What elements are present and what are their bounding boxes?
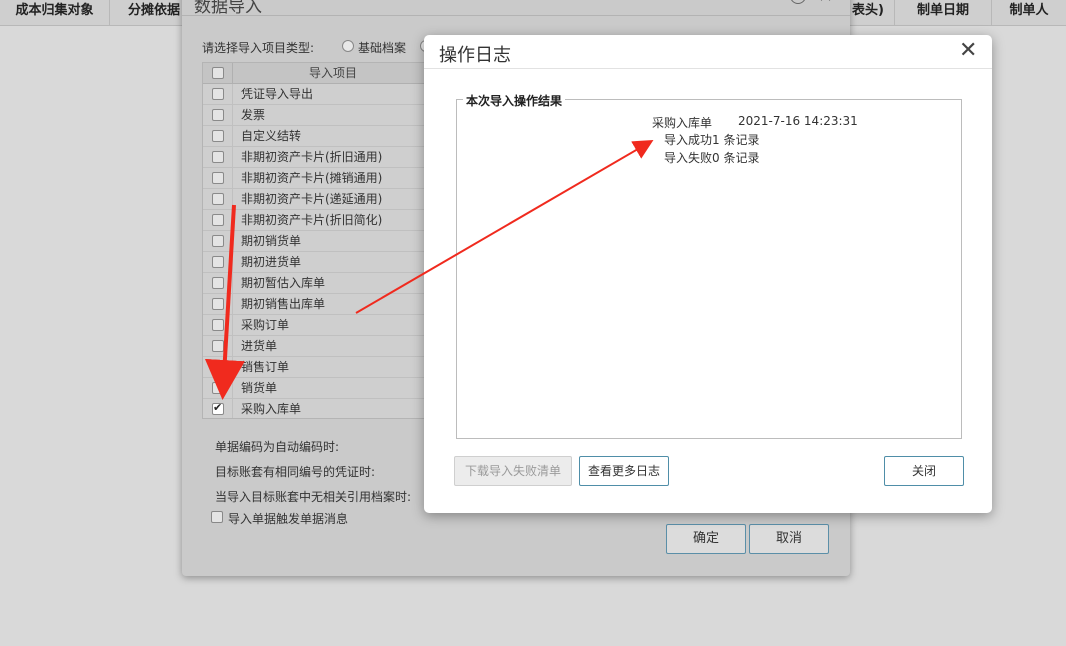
row-checkbox-cell bbox=[203, 147, 233, 168]
row-label: 非期初资产卡片(折旧简化) bbox=[241, 213, 383, 227]
log-fail-line: 导入失败0 条记录 bbox=[664, 151, 760, 165]
log-dialog-title: 操作日志 bbox=[439, 45, 511, 66]
grid-row[interactable]: 发票 bbox=[203, 105, 431, 126]
row-checkbox-cell bbox=[203, 294, 233, 315]
row-label: 期初销货单 bbox=[241, 234, 302, 248]
ok-button[interactable]: 确定 bbox=[666, 524, 746, 554]
download-failed-list-button[interactable]: 下载导入失败清单 bbox=[454, 456, 572, 486]
grid-row[interactable]: 期初进货单 bbox=[203, 252, 431, 273]
grid-row[interactable]: 非期初资产卡片(递延通用) bbox=[203, 189, 431, 210]
row-checkbox-cell bbox=[203, 273, 233, 294]
select-all-checkbox[interactable] bbox=[212, 67, 224, 79]
log-titlebar-divider bbox=[424, 68, 992, 69]
row-checkbox-cell bbox=[203, 336, 233, 357]
grid-header-label: 导入项目 bbox=[308, 66, 357, 80]
grid-header: 导入项目 bbox=[203, 63, 431, 84]
row-checkbox-cell bbox=[203, 315, 233, 336]
row-checkbox-cell bbox=[203, 168, 233, 189]
row-checkbox[interactable] bbox=[212, 235, 224, 247]
grid-row[interactable]: 销货单 bbox=[203, 378, 431, 399]
grid-row[interactable]: 非期初资产卡片(折旧通用) bbox=[203, 147, 431, 168]
close-button[interactable]: 关闭 bbox=[884, 456, 964, 486]
log-timestamp: 2021-7-16 14:23:31 bbox=[738, 114, 858, 128]
import-type-label: 请选择导入项目类型: bbox=[202, 41, 315, 55]
row-checkbox-cell bbox=[203, 252, 233, 273]
option-no-archive-label: 当导入目标账套中无相关引用档案时: bbox=[215, 490, 412, 504]
row-label: 非期初资产卡片(折旧通用) bbox=[241, 150, 383, 164]
row-checkbox[interactable] bbox=[212, 256, 224, 268]
row-checkbox-cell bbox=[203, 84, 233, 105]
grid-row[interactable]: 自定义结转 bbox=[203, 126, 431, 147]
row-checkbox[interactable] bbox=[212, 214, 224, 226]
radio-basic-archive-label: 基础档案 bbox=[358, 41, 407, 55]
row-checkbox-cell bbox=[203, 126, 233, 147]
operation-log-dialog: 操作日志 ✕ 本次导入操作结果 采购入库单 2021-7-16 14:23:31… bbox=[424, 35, 992, 513]
row-checkbox[interactable] bbox=[212, 277, 224, 289]
log-success-line: 导入成功1 条记录 bbox=[664, 133, 760, 147]
radio-basic-archive[interactable] bbox=[342, 40, 354, 52]
row-label: 销售订单 bbox=[241, 360, 290, 374]
row-label: 采购入库单 bbox=[241, 402, 302, 416]
row-label: 期初暂估入库单 bbox=[241, 276, 326, 290]
row-checkbox[interactable] bbox=[212, 172, 224, 184]
grid-header-checkbox-cell bbox=[203, 63, 233, 84]
column-header-creator[interactable]: 制单人 bbox=[992, 0, 1066, 26]
trigger-message-label: 导入单据触发单据消息 bbox=[228, 512, 349, 526]
grid-row[interactable]: 期初暂估入库单 bbox=[203, 273, 431, 294]
grid-row[interactable]: 非期初资产卡片(摊销通用) bbox=[203, 168, 431, 189]
row-label: 自定义结转 bbox=[241, 129, 302, 143]
row-checkbox[interactable] bbox=[212, 382, 224, 394]
cancel-button[interactable]: 取消 bbox=[749, 524, 829, 554]
import-items-grid: 导入项目 凭证导入导出 发票自定义结转非期初资产卡片(折旧通用) 非期初资产卡片(摊… bbox=[202, 62, 432, 419]
log-doc-type: 采购入库单 bbox=[652, 116, 713, 130]
grid-row[interactable]: 期初销售出库单 bbox=[203, 294, 431, 315]
column-header-cost-object[interactable]: 成本归集对象 bbox=[0, 0, 110, 26]
row-checkbox[interactable] bbox=[212, 319, 224, 331]
row-checkbox[interactable] bbox=[212, 401, 224, 415]
row-checkbox[interactable] bbox=[212, 151, 224, 163]
grid-row[interactable]: 非期初资产卡片(折旧简化) bbox=[203, 210, 431, 231]
view-more-logs-button[interactable]: 查看更多日志 bbox=[579, 456, 669, 486]
row-label: 进货单 bbox=[241, 339, 278, 353]
import-result-legend: 本次导入操作结果 bbox=[463, 92, 566, 109]
row-checkbox[interactable] bbox=[212, 361, 224, 373]
grid-row[interactable]: 采购订单 bbox=[203, 315, 431, 336]
close-icon[interactable]: ✕ bbox=[818, 0, 833, 7]
grid-row[interactable]: 采购入库单 bbox=[203, 399, 431, 418]
help-icon[interactable]: ? bbox=[790, 0, 806, 4]
import-result-group: 本次导入操作结果 采购入库单 2021-7-16 14:23:31 导入成功1 … bbox=[456, 92, 962, 439]
grid-row[interactable]: 进货单 bbox=[203, 336, 431, 357]
row-label: 凭证导入导出 bbox=[241, 87, 314, 101]
row-checkbox-cell bbox=[203, 210, 233, 231]
grid-row[interactable]: 期初销货单 bbox=[203, 231, 431, 252]
row-checkbox[interactable] bbox=[212, 193, 224, 205]
row-label: 销货单 bbox=[241, 381, 278, 395]
row-label: 发票 bbox=[241, 108, 266, 122]
row-label: 采购订单 bbox=[241, 318, 290, 332]
column-header-create-date[interactable]: 制单日期 bbox=[895, 0, 992, 26]
row-label: 非期初资产卡片(递延通用) bbox=[241, 192, 383, 206]
option-autocode-label: 单据编码为自动编码时: bbox=[215, 440, 340, 454]
row-label: 期初销售出库单 bbox=[241, 297, 326, 311]
option-same-number-label: 目标账套有相同编号的凭证时: bbox=[215, 465, 376, 479]
row-checkbox[interactable] bbox=[212, 130, 224, 142]
row-checkbox-cell bbox=[203, 105, 233, 126]
titlebar-divider bbox=[182, 15, 850, 16]
row-checkbox-cell bbox=[203, 357, 233, 378]
row-checkbox-cell bbox=[203, 378, 233, 399]
grid-row[interactable]: 销售订单 bbox=[203, 357, 431, 378]
trigger-message-checkbox[interactable] bbox=[211, 511, 223, 523]
row-checkbox-cell bbox=[203, 231, 233, 252]
row-checkbox-cell bbox=[203, 189, 233, 210]
row-checkbox[interactable] bbox=[212, 109, 224, 121]
close-icon[interactable]: ✕ bbox=[959, 38, 977, 64]
row-label: 非期初资产卡片(摊销通用) bbox=[241, 171, 383, 185]
row-checkbox[interactable] bbox=[212, 340, 224, 352]
row-checkbox[interactable] bbox=[212, 88, 224, 100]
grid-row[interactable]: 凭证导入导出 bbox=[203, 84, 431, 105]
row-checkbox-cell bbox=[203, 399, 233, 418]
row-label: 期初进货单 bbox=[241, 255, 302, 269]
row-checkbox[interactable] bbox=[212, 298, 224, 310]
